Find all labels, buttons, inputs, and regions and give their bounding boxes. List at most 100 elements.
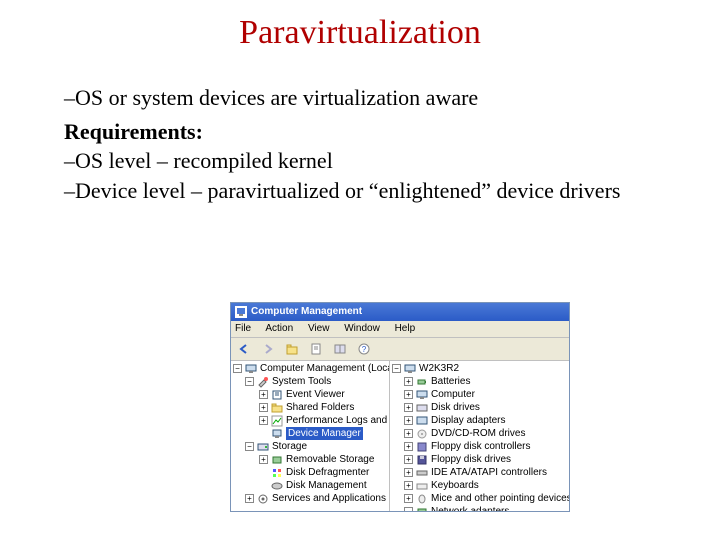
menu-action[interactable]: Action <box>265 323 293 334</box>
computer-icon <box>404 363 416 375</box>
disk-management-icon <box>271 480 283 492</box>
device-batteries[interactable]: + Batteries <box>390 375 569 388</box>
expand-icon[interactable]: + <box>404 429 413 438</box>
device-ide[interactable]: + IDE ATA/ATAPI controllers <box>390 466 569 479</box>
event-viewer-icon <box>271 389 283 401</box>
tree-label: Services and Applications <box>272 492 386 505</box>
device-label: Floppy disk drives <box>431 453 511 466</box>
ide-controller-icon <box>416 467 428 479</box>
tree-event-viewer[interactable]: + Event Viewer <box>231 388 389 401</box>
collapse-icon[interactable]: − <box>404 507 413 512</box>
expand-icon[interactable]: + <box>259 416 268 425</box>
tree-device-manager[interactable]: · Device Manager <box>231 427 389 440</box>
tree-system-tools[interactable]: − System Tools <box>231 375 389 388</box>
expand-icon[interactable]: + <box>404 481 413 490</box>
expand-icon[interactable]: + <box>259 390 268 399</box>
device-keyboards[interactable]: + Keyboards <box>390 479 569 492</box>
expand-icon[interactable]: + <box>404 403 413 412</box>
bullet-intro: –OS or system devices are virtualization… <box>64 84 664 112</box>
device-label: Disk drives <box>431 401 480 414</box>
mouse-icon <box>416 493 428 505</box>
menu-window[interactable]: Window <box>344 323 380 334</box>
device-disk-drives[interactable]: + Disk drives <box>390 401 569 414</box>
tree-disk-defragmenter[interactable]: · Disk Defragmenter <box>231 466 389 479</box>
tree-label: Storage <box>272 440 307 453</box>
bullet-device-level: –Device level – paravirtualized or “enli… <box>64 177 664 205</box>
shared-folders-icon <box>271 402 283 414</box>
expand-icon[interactable]: + <box>404 390 413 399</box>
tree-label: Removable Storage <box>286 453 374 466</box>
device-label: Keyboards <box>431 479 479 492</box>
collapse-icon[interactable]: − <box>245 442 254 451</box>
tree-label-selected: Device Manager <box>286 427 363 440</box>
properties-button[interactable] <box>307 340 325 358</box>
up-button[interactable] <box>283 340 301 358</box>
device-mice[interactable]: + Mice and other pointing devices <box>390 492 569 505</box>
expand-icon[interactable]: + <box>404 455 413 464</box>
bullet-os-level: –OS level – recompiled kernel <box>64 147 664 175</box>
expand-icon[interactable]: + <box>404 442 413 451</box>
tree-storage[interactable]: − Storage <box>231 440 389 453</box>
storage-icon <box>257 441 269 453</box>
expand-icon[interactable]: + <box>404 416 413 425</box>
device-root[interactable]: − W2K3R2 <box>390 362 569 375</box>
device-label: Computer <box>431 388 475 401</box>
device-label: DVD/CD-ROM drives <box>431 427 525 440</box>
menu-file[interactable]: File <box>235 323 251 334</box>
no-expand-icon: · <box>259 468 268 477</box>
expand-icon[interactable]: + <box>245 494 254 503</box>
tree-label: Disk Management <box>286 479 367 492</box>
refresh-button[interactable] <box>331 340 349 358</box>
collapse-icon[interactable]: − <box>392 364 401 373</box>
keyboard-icon <box>416 480 428 492</box>
device-network-adapters[interactable]: − Network adapters <box>390 505 569 512</box>
tree-removable-storage[interactable]: + Removable Storage <box>231 453 389 466</box>
expand-icon[interactable]: + <box>259 455 268 464</box>
removable-storage-icon <box>271 454 283 466</box>
expand-icon[interactable]: + <box>259 403 268 412</box>
tree-services-apps[interactable]: + Services and Applications <box>231 492 389 505</box>
cd-drive-icon <box>416 428 428 440</box>
back-button[interactable] <box>235 340 253 358</box>
no-expand-icon: · <box>259 481 268 490</box>
floppy-controller-icon <box>416 441 428 453</box>
menu-view[interactable]: View <box>308 323 330 334</box>
tree-disk-management[interactable]: · Disk Management <box>231 479 389 492</box>
collapse-icon[interactable]: − <box>245 377 254 386</box>
device-dvd-cd[interactable]: + DVD/CD-ROM drives <box>390 427 569 440</box>
tree-shared-folders[interactable]: + Shared Folders <box>231 401 389 414</box>
device-floppy-drives[interactable]: + Floppy disk drives <box>390 453 569 466</box>
left-pane: − Computer Management (Local) − System T… <box>231 361 390 512</box>
expand-icon[interactable]: + <box>404 494 413 503</box>
expand-icon[interactable]: + <box>404 377 413 386</box>
forward-button[interactable] <box>259 340 277 358</box>
toolbar: ? <box>231 338 569 361</box>
svg-text:?: ? <box>362 345 367 354</box>
menubar: File Action View Window Help <box>231 321 569 338</box>
device-manager-icon <box>271 428 283 440</box>
collapse-icon[interactable]: − <box>233 364 242 373</box>
app-icon <box>235 306 247 318</box>
tree-root[interactable]: − Computer Management (Local) <box>231 362 389 375</box>
device-label: IDE ATA/ATAPI controllers <box>431 466 547 479</box>
expand-icon[interactable]: + <box>404 468 413 477</box>
computer-management-window: Computer Management File Action View Win… <box>230 302 570 512</box>
floppy-drive-icon <box>416 454 428 466</box>
device-display-adapters[interactable]: + Display adapters <box>390 414 569 427</box>
device-computer[interactable]: + Computer <box>390 388 569 401</box>
tree-label: Performance Logs and Alerts <box>286 414 390 427</box>
tree-label: System Tools <box>272 375 331 388</box>
device-label: Mice and other pointing devices <box>431 492 569 505</box>
no-expand-icon: · <box>259 429 268 438</box>
tree-root-label: Computer Management (Local) <box>260 362 390 375</box>
device-floppy-controllers[interactable]: + Floppy disk controllers <box>390 440 569 453</box>
disk-defragmenter-icon <box>271 467 283 479</box>
performance-icon <box>271 415 283 427</box>
tools-icon <box>257 376 269 388</box>
device-label: Network adapters <box>431 505 509 512</box>
requirements-heading: Requirements: <box>64 118 664 146</box>
menu-help[interactable]: Help <box>395 323 416 334</box>
help-button[interactable]: ? <box>355 340 373 358</box>
computer-icon <box>416 389 428 401</box>
tree-performance[interactable]: + Performance Logs and Alerts <box>231 414 389 427</box>
